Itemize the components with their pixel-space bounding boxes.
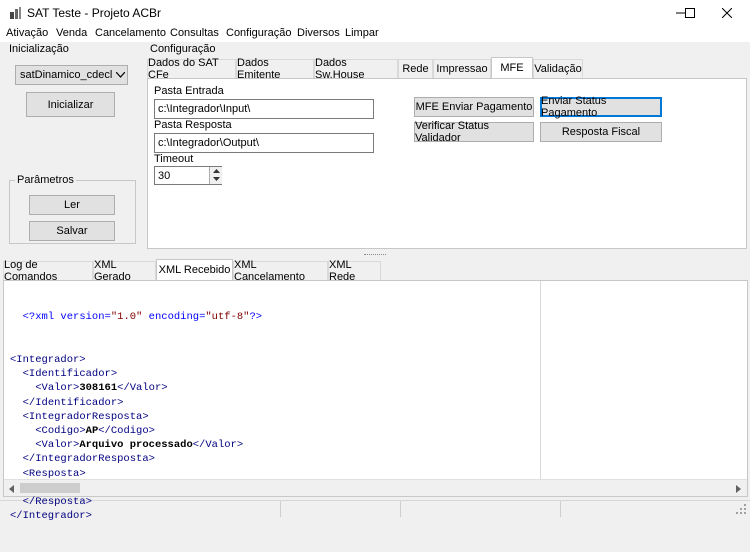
xml-line: <Identificador> (10, 367, 262, 381)
spin-buttons (209, 167, 222, 184)
xml-tag: </Valor> (117, 382, 168, 395)
tab-xml-recebido[interactable]: XML Recebido (156, 259, 233, 280)
horizontal-scrollbar[interactable] (4, 479, 747, 496)
status-sep-2 (400, 501, 401, 517)
xml-tag: </Codigo> (98, 425, 155, 438)
init-group-label: Inicialização (9, 43, 69, 55)
close-icon (722, 8, 732, 18)
sat-icon (10, 7, 21, 19)
xml-tag: <Resposta> (22, 467, 86, 480)
entrada-label: Pasta Entrada (154, 85, 224, 97)
xml-tag: </Valor> (192, 439, 244, 452)
menu-ativacao[interactable]: Ativação (6, 27, 48, 39)
xml-line: </Integrador> (10, 509, 262, 523)
xml-tag: </Resposta> (22, 496, 92, 509)
status-sep-1 (280, 501, 281, 517)
xml-tag: <IntegradorResposta> (22, 410, 149, 423)
tab-impressao[interactable]: Impressao (433, 59, 491, 78)
xml-tag: <Valor> (35, 382, 80, 395)
xml-tag: </Integrador> (10, 510, 92, 523)
title-bar: SAT Teste - Projeto ACBr (0, 0, 750, 26)
save-button[interactable]: Salvar (29, 221, 115, 241)
resize-grip-icon[interactable] (736, 504, 747, 515)
tab-validacao[interactable]: Validação (533, 59, 583, 78)
menu-diversos[interactable]: Diversos (297, 27, 340, 39)
model-select[interactable]: satDinamico_cdecl (15, 65, 128, 85)
spin-up-icon[interactable] (213, 169, 220, 174)
scroll-left-icon[interactable] (9, 485, 14, 493)
xml-viewer[interactable]: <?xml version="1.0" encoding="utf-8"?> <… (3, 280, 748, 522)
xml-line: <Valor>308161</Valor> (10, 381, 262, 395)
xml-line: </Resposta> (10, 495, 262, 509)
tab-dados-sw-house[interactable]: Dados Sw.House (314, 57, 398, 81)
resposta-label: Pasta Resposta (154, 119, 232, 131)
menu-bar: Ativação Venda Cancelamento Consultas Co… (0, 26, 750, 42)
xml-tag: <Valor> (35, 439, 80, 452)
xml-tag: <Identificador> (22, 368, 118, 381)
xml-tag: </IntegradorResposta> (22, 453, 155, 466)
xml-tag: <Codigo> (35, 425, 86, 438)
scroll-thumb[interactable] (20, 483, 80, 493)
xml-declaration: <?xml version="1.0" encoding="utf-8"?> (22, 311, 263, 324)
entrada-input[interactable]: c:\Integrador\Input\ (154, 99, 374, 119)
tab-dados-emitente[interactable]: Dados Emitente (236, 57, 314, 81)
config-group-label: Configuração (150, 43, 216, 55)
status-sep-3 (560, 501, 561, 517)
tab-xml-gerado[interactable]: XML Gerado (93, 259, 156, 283)
fiscal-response-button[interactable]: Resposta Fiscal (540, 122, 662, 142)
xml-tag: </Identificador> (22, 396, 124, 409)
bottom-tabs: Log de Comandos XML Gerado XML Recebido … (3, 259, 748, 522)
mfe-send-payment-button[interactable]: MFE Enviar Pagamento (414, 97, 534, 117)
tab-dados-sat-cfe[interactable]: Dados do SAT CFe (147, 57, 236, 81)
splitter-grip[interactable] (364, 254, 386, 256)
xml-line: <Codigo>AP</Codigo> (10, 424, 262, 438)
tab-xml-rede[interactable]: XML Rede (328, 259, 381, 283)
tab-rede[interactable]: Rede (398, 59, 433, 78)
menu-consultas[interactable]: Consultas (170, 27, 219, 39)
xml-value: AP (85, 425, 99, 438)
xml-line: </IntegradorResposta> (10, 452, 262, 466)
xml-line: </Identificador> (10, 396, 262, 410)
xml-tag: <Integrador> (10, 354, 86, 367)
spin-down-icon[interactable] (213, 177, 220, 182)
viewer-divider (540, 281, 541, 479)
scroll-right-icon[interactable] (736, 485, 741, 493)
send-payment-status-button[interactable]: Enviar Status Pagamento (540, 95, 662, 119)
xml-line: <IntegradorResposta> (10, 410, 262, 424)
xml-value: 308161 (79, 382, 118, 395)
tab-xml-cancelamento[interactable]: XML Cancelamento (233, 259, 328, 283)
maximize-icon (685, 8, 695, 18)
xml-line: <Valor>Arquivo processado</Valor> (10, 438, 262, 452)
menu-configuracao[interactable]: Configuração (226, 27, 291, 39)
verify-validator-status-button[interactable]: Verificar Status Validador (414, 120, 534, 144)
model-select-value: satDinamico_cdecl (20, 69, 113, 81)
resposta-input[interactable]: c:\Integrador\Output\ (154, 133, 374, 153)
initialize-button[interactable]: Inicializar (26, 92, 115, 117)
read-button[interactable]: Ler (29, 195, 115, 215)
menu-cancelamento[interactable]: Cancelamento (95, 27, 166, 39)
params-group-label: Parâmetros (15, 174, 76, 186)
xml-line: <Integrador> (10, 353, 262, 367)
chevron-down-icon (116, 72, 125, 78)
timeout-value: 30 (158, 169, 171, 182)
window-title: SAT Teste - Projeto ACBr (27, 6, 162, 20)
xml-content: <?xml version="1.0" encoding="utf-8"?> <… (10, 282, 262, 552)
tab-mfe[interactable]: MFE (491, 57, 533, 78)
config-tabs: Dados do SAT CFe Dados Emitente Dados Sw… (147, 57, 747, 249)
menu-limpar[interactable]: Limpar (345, 27, 379, 39)
close-button[interactable] (704, 0, 750, 26)
menu-venda[interactable]: Venda (56, 27, 87, 39)
mfe-tab-panel: Pasta Entrada c:\Integrador\Input\ Pasta… (147, 78, 747, 249)
tab-log-comandos[interactable]: Log de Comandos (3, 259, 93, 283)
xml-value: Arquivo processado (79, 439, 193, 452)
timeout-label: Timeout (154, 153, 194, 165)
timeout-spin[interactable]: 30 (154, 166, 222, 185)
